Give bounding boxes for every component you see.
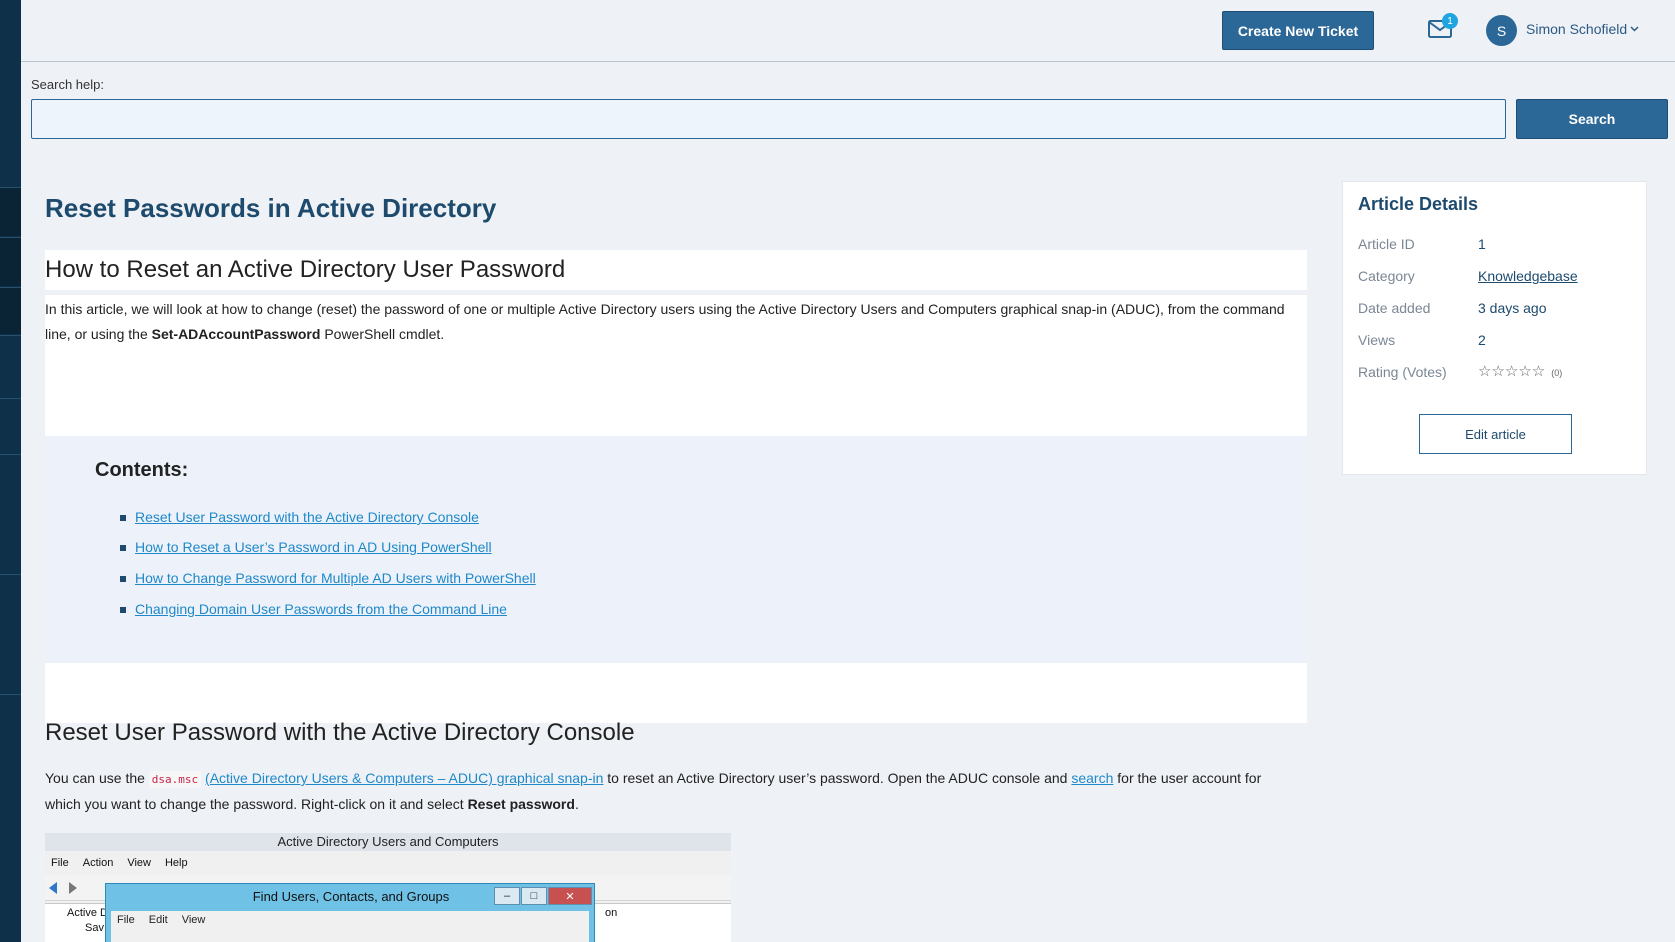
search-input[interactable] (31, 99, 1506, 139)
chevron-down-icon (1630, 26, 1639, 32)
avatar[interactable]: S (1486, 15, 1517, 46)
article-screenshot: Active Directory Users and Computers Fil… (45, 833, 731, 942)
spacer-block (45, 663, 1307, 723)
section-heading: How to Reset an Active Directory User Pa… (45, 256, 566, 283)
screenshot-menu: File Action View Help (51, 857, 188, 869)
search-button[interactable]: Search (1516, 99, 1668, 139)
left-nav-sidebar (0, 0, 21, 942)
cmdlet-name: Set-ADAccountPassword (151, 326, 321, 342)
toc-item: How to Reset a User’s Password in AD Usi… (120, 539, 492, 555)
toc-link[interactable]: How to Reset a User’s Password in AD Usi… (135, 539, 492, 555)
sidebar-item[interactable] (0, 288, 21, 334)
inline-code: dsa.msc (148, 771, 202, 788)
console-paragraph: You can use the dsa.msc (Active Director… (45, 770, 1262, 812)
search-link[interactable]: search (1071, 770, 1113, 786)
intro-paragraph: In this article, we will look at how to … (45, 301, 1285, 342)
toc-link[interactable]: How to Change Password for Multiple AD U… (135, 570, 536, 586)
user-menu[interactable]: Simon Schofield (1526, 21, 1639, 37)
toc-item: How to Change Password for Multiple AD U… (120, 570, 536, 586)
create-new-ticket-button[interactable]: Create New Ticket (1222, 11, 1374, 50)
section-heading: Reset User Password with the Active Dire… (45, 719, 635, 746)
toc-link[interactable]: Reset User Password with the Active Dire… (135, 509, 479, 525)
toc-item: Changing Domain User Passwords from the … (120, 601, 507, 617)
aduc-link[interactable]: (Active Directory Users & Computers – AD… (205, 770, 603, 786)
maximize-icon: □ (521, 887, 547, 905)
page-title: Reset Passwords in Active Directory (45, 193, 497, 223)
back-forward-icon (49, 882, 77, 894)
user-name-label: Simon Schofield (1526, 21, 1628, 37)
dialog-window-buttons: – □ ✕ (494, 887, 592, 905)
close-icon: ✕ (548, 887, 592, 905)
sidebar-item[interactable] (0, 238, 21, 286)
search-label: Search help: (31, 77, 104, 92)
details-title: Article Details (1358, 194, 1479, 214)
screenshot-window-title: Active Directory Users and Computers (45, 833, 731, 851)
article-details-card: Article Details Article ID 1 Category Know… (1342, 181, 1647, 475)
votes-count: (0) (1551, 368, 1563, 378)
category-link[interactable]: Knowledgebase (1478, 268, 1578, 284)
minimize-icon: – (494, 887, 520, 905)
toc-link[interactable]: Changing Domain User Passwords from the … (135, 601, 507, 617)
sidebar-item[interactable] (0, 188, 21, 236)
contents-title: Contents: (95, 459, 189, 481)
dialog-body: File Edit View (111, 911, 589, 942)
notification-badge: 1 (1442, 13, 1458, 29)
edit-article-button[interactable]: Edit article (1419, 414, 1572, 454)
find-dialog: Find Users, Contacts, and Groups – □ ✕ Fil… (105, 883, 595, 942)
toc-item: Reset User Password with the Active Dire… (120, 509, 479, 525)
top-bar (21, 0, 1675, 62)
rating-stars[interactable]: ☆☆☆☆☆ (0) (1478, 362, 1562, 380)
